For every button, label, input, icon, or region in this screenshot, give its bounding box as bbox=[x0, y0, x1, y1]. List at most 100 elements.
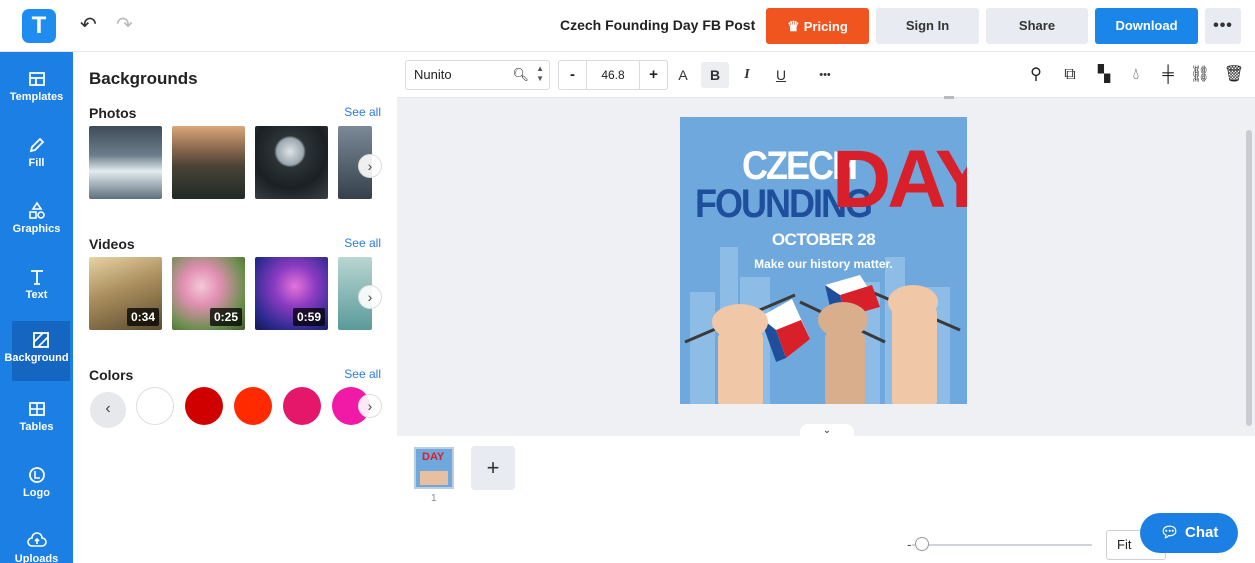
color-swatch[interactable] bbox=[185, 387, 223, 425]
headline-day[interactable]: DAY bbox=[832, 135, 967, 225]
link-icon[interactable]: ⛓︎ bbox=[1189, 64, 1211, 86]
download-button[interactable]: Download bbox=[1095, 8, 1198, 44]
sidebar-item-label: Logo bbox=[23, 487, 50, 499]
photo-thumb-mountains[interactable] bbox=[172, 126, 245, 199]
canvas-top-handle[interactable] bbox=[944, 96, 954, 99]
font-spinner-icon[interactable]: ▲ ▼ bbox=[536, 64, 544, 84]
sidebar-item-label: Templates bbox=[9, 91, 64, 103]
pencil-icon bbox=[29, 137, 44, 153]
sidebar-item-label: Tables bbox=[19, 421, 54, 433]
design-canvas[interactable]: CZECH FOUNDING DAY OCTOBER 28 Make our h… bbox=[680, 117, 967, 404]
sign-in-button[interactable]: Sign In bbox=[876, 8, 979, 44]
page-thumbnail[interactable]: DAY bbox=[414, 447, 454, 489]
more-options-button[interactable]: ••• bbox=[1205, 8, 1241, 44]
add-page-button[interactable]: + bbox=[471, 446, 515, 490]
pricing-label: Pricing bbox=[803, 19, 848, 34]
zoom-out-icon[interactable]: - bbox=[907, 536, 912, 552]
redo-icon[interactable]: ↷ bbox=[116, 14, 133, 36]
sidebar-item-label: Text bbox=[25, 289, 48, 301]
logo-icon bbox=[28, 467, 45, 483]
bold-button[interactable]: B bbox=[701, 62, 729, 88]
font-family-select[interactable]: Nunito 🔍︎ ▲ ▼ bbox=[405, 60, 550, 90]
sidebar-item-label: Background bbox=[4, 352, 69, 364]
undo-icon[interactable]: ↶ bbox=[80, 14, 97, 36]
pricing-button[interactable]: ♛ Pricing bbox=[766, 8, 869, 44]
search-icon: 🔍︎ bbox=[512, 67, 529, 82]
top-bar: T ↶ ↷ Czech Founding Day FB Post ♛ Pricin… bbox=[0, 0, 1255, 52]
video-duration: 0:59 bbox=[292, 308, 325, 326]
video-thumb[interactable]: 0:34 bbox=[89, 257, 162, 330]
cloud-upload-icon bbox=[26, 532, 47, 547]
page-thumbnail-title: DAY bbox=[422, 451, 445, 463]
colors-next-arrow-icon[interactable]: › bbox=[358, 394, 382, 418]
colors-prev-arrow-icon[interactable]: ‹ bbox=[90, 392, 126, 428]
sidebar-item-label: Uploads bbox=[14, 553, 59, 563]
opacity-drop-icon[interactable]: 💧︎ bbox=[1125, 64, 1147, 86]
background-icon bbox=[33, 332, 49, 348]
headline-slogan[interactable]: Make our history matter. bbox=[680, 257, 967, 271]
text-toolbar: Nunito 🔍︎ ▲ ▼ - 46.8 + A B I U ••• ⚲ ⧉ ▚ … bbox=[397, 52, 1255, 98]
templates-icon bbox=[28, 72, 45, 86]
app-logo[interactable]: T bbox=[22, 9, 56, 43]
font-size-increase-button[interactable]: + bbox=[639, 61, 667, 89]
chat-button[interactable]: 💬︎ Chat bbox=[1140, 513, 1238, 553]
font-size-stepper: - 46.8 + bbox=[558, 60, 668, 90]
color-swatch[interactable] bbox=[234, 387, 272, 425]
videos-section-title: Videos bbox=[89, 236, 135, 252]
video-thumb[interactable]: 0:25 bbox=[172, 257, 245, 330]
photo-thumb-moon[interactable] bbox=[255, 126, 328, 199]
photos-see-all-link[interactable]: See all bbox=[344, 105, 381, 119]
videos-next-arrow-icon[interactable]: › bbox=[358, 285, 382, 309]
sidebar-item-uploads[interactable]: Uploads bbox=[0, 522, 73, 563]
arrange-layer-icon[interactable]: ▚ bbox=[1093, 64, 1115, 86]
photos-section-title: Photos bbox=[89, 105, 137, 121]
color-swatch[interactable] bbox=[136, 387, 174, 425]
sidebar-item-templates[interactable]: Templates bbox=[0, 60, 73, 118]
video-duration: 0:34 bbox=[126, 308, 159, 326]
color-swatch[interactable] bbox=[283, 387, 321, 425]
paint-format-icon[interactable]: ⚲ bbox=[1025, 64, 1047, 86]
chat-bubble-icon: 💬︎ bbox=[1160, 524, 1180, 541]
video-duration: 0:25 bbox=[209, 308, 242, 326]
italic-button[interactable]: I bbox=[733, 62, 761, 88]
sidebar-item-label: Graphics bbox=[12, 223, 61, 235]
text-color-button[interactable]: A bbox=[669, 62, 697, 88]
font-size-decrease-button[interactable]: - bbox=[559, 61, 587, 89]
sidebar-item-tables[interactable]: Tables bbox=[0, 390, 73, 448]
page-thumbnail-art bbox=[420, 471, 448, 485]
font-family-value: Nunito bbox=[414, 67, 452, 82]
chat-label: Chat bbox=[1185, 524, 1219, 541]
vertical-scrollbar[interactable] bbox=[1246, 130, 1252, 426]
font-size-input[interactable]: 46.8 bbox=[587, 61, 639, 89]
page-number: 1 bbox=[431, 493, 437, 504]
sidebar-item-graphics[interactable]: Graphics bbox=[0, 192, 73, 250]
zoom-slider[interactable] bbox=[912, 544, 1092, 546]
sidebar: Templates Fill Graphics Text Background … bbox=[0, 52, 73, 563]
photo-thumb-waves[interactable] bbox=[89, 126, 162, 199]
share-button[interactable]: Share bbox=[986, 8, 1088, 44]
shapes-icon bbox=[28, 201, 45, 219]
underline-button[interactable]: U bbox=[767, 62, 795, 88]
crown-icon: ♛ bbox=[787, 18, 800, 34]
table-icon bbox=[28, 402, 45, 416]
sidebar-item-fill[interactable]: Fill bbox=[0, 126, 73, 184]
headline-date[interactable]: OCTOBER 28 bbox=[680, 230, 967, 250]
more-text-options-button[interactable]: ••• bbox=[811, 62, 839, 88]
align-icon[interactable]: ╪ bbox=[1157, 64, 1179, 86]
sidebar-item-logo[interactable]: Logo bbox=[0, 456, 73, 514]
videos-see-all-link[interactable]: See all bbox=[344, 236, 381, 250]
sidebar-item-background[interactable]: Background bbox=[4, 321, 70, 381]
zoom-slider-handle[interactable] bbox=[915, 537, 929, 551]
trash-icon[interactable]: 🗑︎ bbox=[1223, 64, 1245, 86]
duplicate-icon[interactable]: ⧉ bbox=[1059, 64, 1081, 86]
sidebar-item-label: Fill bbox=[28, 157, 45, 169]
document-title[interactable]: Czech Founding Day FB Post bbox=[560, 17, 755, 33]
panel-title: Backgrounds bbox=[89, 69, 198, 88]
colors-see-all-link[interactable]: See all bbox=[344, 367, 381, 381]
backgrounds-panel: Backgrounds Photos See all › Videos See … bbox=[73, 52, 395, 563]
sidebar-item-text[interactable]: Text bbox=[0, 258, 73, 316]
colors-section-title: Colors bbox=[89, 367, 134, 383]
photos-next-arrow-icon[interactable]: › bbox=[358, 154, 382, 178]
video-thumb[interactable]: 0:59 bbox=[255, 257, 328, 330]
text-icon bbox=[30, 270, 43, 285]
